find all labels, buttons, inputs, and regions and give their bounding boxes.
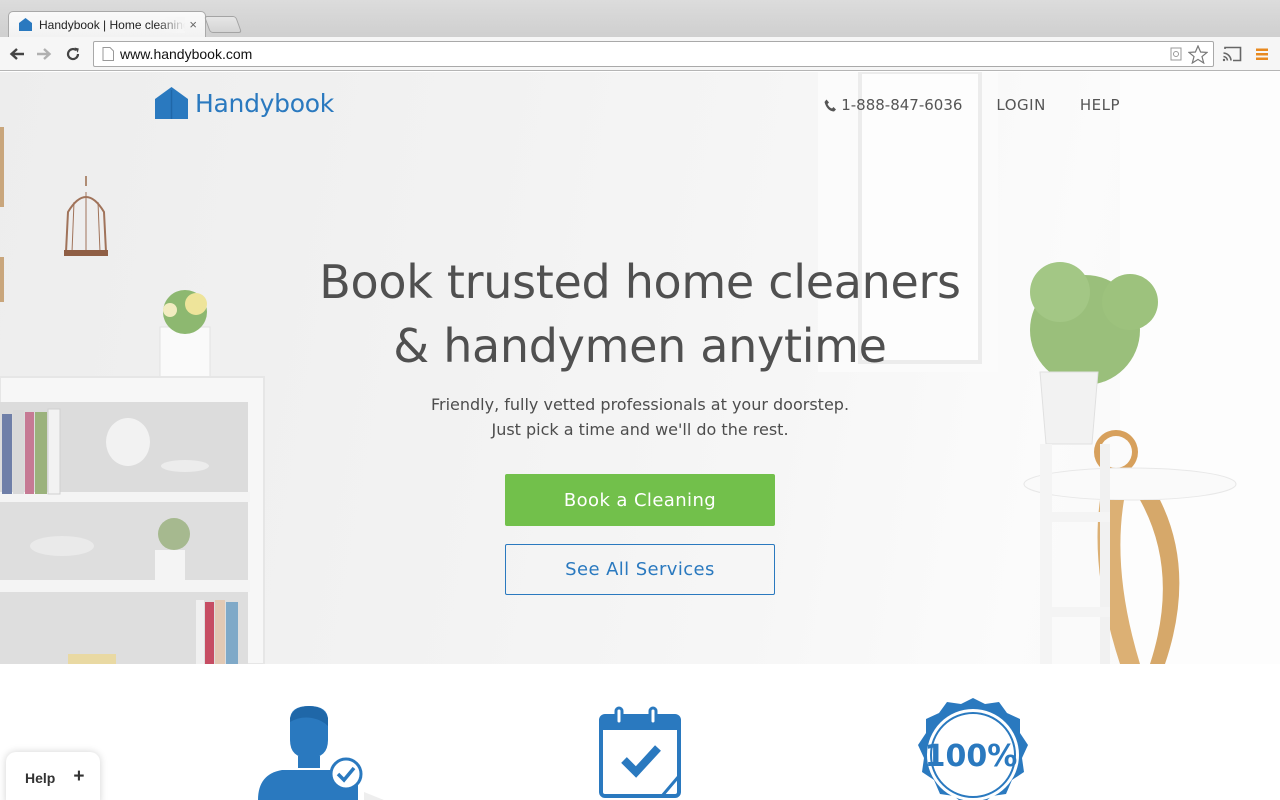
back-button[interactable] [6, 43, 28, 65]
cast-icon [1222, 46, 1242, 62]
reload-icon [66, 47, 80, 61]
browser-tabstrip: Handybook | Home cleaning × [0, 0, 1280, 37]
cast-button[interactable] [1221, 44, 1243, 64]
hamburger-menu-icon [1256, 48, 1268, 60]
help-widget[interactable]: Help + [6, 752, 100, 800]
reload-button[interactable] [62, 43, 84, 65]
subhead-line-2: Just pick a time and we'll do the rest. [491, 420, 789, 439]
handybook-logo[interactable]: Handybook [155, 87, 334, 119]
birdcage-decoration [64, 176, 108, 256]
help-link[interactable]: HELP [1080, 96, 1120, 114]
see-all-services-button[interactable]: See All Services [505, 544, 775, 595]
help-widget-label: Help [25, 770, 56, 786]
headline-line-1: Book trusted home cleaners [319, 255, 961, 309]
hero-section: Handybook 1-888-847-6036 LOGIN HELP Book… [0, 72, 1280, 664]
logo-text: Handybook [195, 88, 334, 118]
tab-close-icon[interactable]: × [189, 18, 197, 31]
hero-subhead: Friendly, fully vetted professionals at … [340, 392, 940, 442]
address-bar[interactable] [93, 41, 1214, 67]
top-nav: 1-888-847-6036 LOGIN HELP [824, 96, 1120, 114]
features-section: 100% [0, 664, 1280, 800]
url-input[interactable] [120, 46, 1170, 62]
hero-headline: Book trusted home cleaners & handymen an… [240, 250, 1040, 378]
professional-check-icon [258, 706, 384, 800]
calendar-check-icon [599, 706, 681, 798]
house-logo-icon [155, 87, 188, 119]
phone-icon [824, 99, 837, 111]
plus-icon: + [73, 766, 85, 787]
new-tab-button[interactable] [203, 16, 243, 33]
book-cleaning-button[interactable]: Book a Cleaning [505, 474, 775, 526]
back-arrow-icon [9, 48, 24, 60]
chrome-menu-button[interactable] [1251, 44, 1273, 64]
phone-link[interactable]: 1-888-847-6036 [824, 96, 962, 114]
forward-arrow-icon [37, 48, 52, 60]
forward-button[interactable] [33, 43, 55, 65]
headline-line-2: & handymen anytime [393, 319, 887, 373]
bookmark-star-icon[interactable] [1188, 44, 1208, 64]
browser-tab[interactable]: Handybook | Home cleaning × [8, 11, 206, 37]
login-link[interactable]: LOGIN [996, 96, 1045, 114]
page-action-icon[interactable] [1170, 47, 1182, 61]
guarantee-badge-text: 100% [925, 739, 1018, 774]
subhead-line-1: Friendly, fully vetted professionals at … [430, 395, 850, 414]
phone-number: 1-888-847-6036 [841, 96, 963, 114]
tab-title: Handybook | Home cleaning [39, 16, 186, 33]
browser-toolbar [0, 37, 1280, 71]
guarantee-badge-icon: 100% [918, 698, 1028, 800]
house-favicon-icon [19, 18, 32, 31]
page-icon [102, 47, 114, 61]
